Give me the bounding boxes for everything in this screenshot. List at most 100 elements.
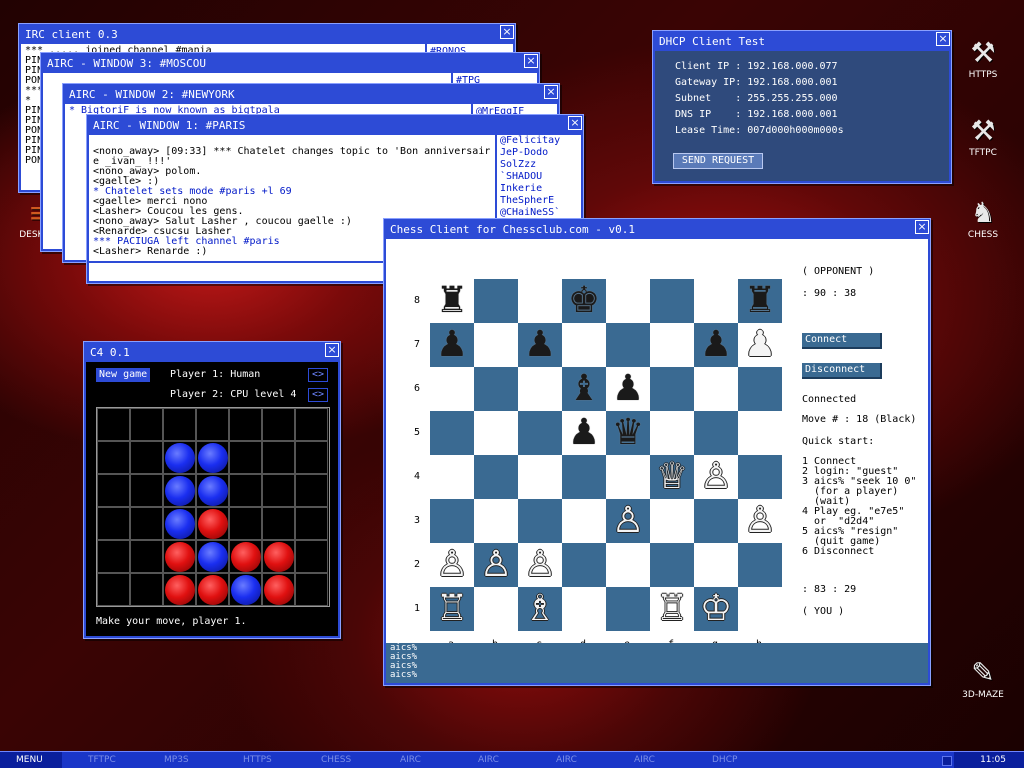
player1-selector[interactable]: <> xyxy=(308,368,328,382)
c4-cell[interactable] xyxy=(295,474,328,507)
chess-square-b1[interactable] xyxy=(474,587,518,631)
chess-square-d4[interactable] xyxy=(562,455,606,499)
new-game-button[interactable]: New game xyxy=(96,368,151,382)
c4-cell[interactable] xyxy=(262,474,295,507)
taskbar-item-airc[interactable]: AIRC xyxy=(634,752,655,768)
chess-square-a4[interactable] xyxy=(430,455,474,499)
chess-board[interactable]: ♜ ♚ ♜ ♟ ♟ ♟ ♟ ♝ ♟ ♟ ♛ ♕ ♙ ♙ ♙ ♙ ♙ ♙ ♖ ♗ ♖ ♔ xyxy=(430,279,782,631)
white-king-icon[interactable]: ♔ xyxy=(694,587,738,631)
c4-cell[interactable] xyxy=(97,474,130,507)
nick-item[interactable]: SolZzz xyxy=(497,159,581,171)
taskbar-item-tftpc[interactable]: TFTPC xyxy=(88,752,116,768)
taskbar-item-airc[interactable]: AIRC xyxy=(478,752,499,768)
chess-square-d1[interactable] xyxy=(562,587,606,631)
c4-cell[interactable] xyxy=(196,408,229,441)
chess-square-a5[interactable] xyxy=(430,411,474,455)
chess-square-h2[interactable] xyxy=(738,543,782,587)
white-pawn-icon[interactable]: ♙ xyxy=(430,543,474,587)
connect-button[interactable]: Connect xyxy=(802,333,882,349)
chess-square-f6[interactable] xyxy=(650,367,694,411)
close-icon[interactable]: × xyxy=(524,54,538,68)
white-pawn-icon[interactable]: ♙ xyxy=(518,543,562,587)
c4-cell[interactable] xyxy=(262,507,295,540)
window-title[interactable]: C4 0.1 xyxy=(86,344,338,362)
chess-square-d7[interactable] xyxy=(562,323,606,367)
window-title[interactable]: DHCP Client Test xyxy=(655,33,949,51)
nick-item[interactable]: TheSpherE xyxy=(497,195,581,207)
tftpc-icon[interactable]: ⚒ TFTPC xyxy=(953,114,1013,158)
taskbar-item-mp3s[interactable]: MP3S xyxy=(164,752,189,768)
chess-square-d2[interactable] xyxy=(562,543,606,587)
c4-cell[interactable] xyxy=(130,507,163,540)
window-title[interactable]: AIRC - WINDOW 1: #PARIS xyxy=(89,117,581,135)
white-pawn-icon[interactable]: ♙ xyxy=(694,455,738,499)
chess-square-a3[interactable] xyxy=(430,499,474,543)
chess-square-b6[interactable] xyxy=(474,367,518,411)
c4-cell[interactable] xyxy=(295,573,328,606)
disconnect-button[interactable]: Disconnect xyxy=(802,363,882,379)
close-icon[interactable]: × xyxy=(568,116,582,130)
white-bishop-icon[interactable]: ♗ xyxy=(518,587,562,631)
chess-square-e8[interactable] xyxy=(606,279,650,323)
chess-square-c5[interactable] xyxy=(518,411,562,455)
nick-item[interactable]: JeP-Dodo xyxy=(497,147,581,159)
taskbar-item-dhcp[interactable]: DHCP xyxy=(712,752,737,768)
close-icon[interactable]: × xyxy=(915,220,929,234)
chess-square-h5[interactable] xyxy=(738,411,782,455)
chess-square-h1[interactable] xyxy=(738,587,782,631)
c4-cell[interactable] xyxy=(97,507,130,540)
chess-square-f8[interactable] xyxy=(650,279,694,323)
c4-cell[interactable] xyxy=(229,507,262,540)
send-request-button[interactable]: SEND REQUEST xyxy=(673,153,763,169)
close-icon[interactable]: × xyxy=(936,32,950,46)
chess-square-b8[interactable] xyxy=(474,279,518,323)
c4-cell[interactable] xyxy=(229,474,262,507)
chess-square-e7[interactable] xyxy=(606,323,650,367)
nick-item[interactable]: @Felicitay xyxy=(497,135,581,147)
window-title[interactable]: AIRC - WINDOW 3: #MOSCOU xyxy=(43,55,537,73)
chess-square-a6[interactable] xyxy=(430,367,474,411)
white-rook-icon[interactable]: ♖ xyxy=(430,587,474,631)
window-title[interactable]: Chess Client for Chessclub.com - v0.1 xyxy=(386,221,928,239)
dhcp-window[interactable]: DHCP Client Test × Client IP : 192.168.0… xyxy=(652,30,952,184)
black-rook-icon[interactable]: ♜ xyxy=(738,279,782,323)
close-icon[interactable]: × xyxy=(500,25,514,39)
black-pawn-icon[interactable]: ♟ xyxy=(606,367,650,411)
black-queen-icon[interactable]: ♛ xyxy=(606,411,650,455)
c4-window[interactable]: C4 0.1 × New game Player 1: Human <> Pla… xyxy=(83,341,341,639)
c4-cell[interactable] xyxy=(262,408,295,441)
chess-square-f5[interactable] xyxy=(650,411,694,455)
white-rook-icon[interactable]: ♖ xyxy=(650,587,694,631)
chess-square-b7[interactable] xyxy=(474,323,518,367)
chess-square-h4[interactable] xyxy=(738,455,782,499)
c4-cell[interactable] xyxy=(229,441,262,474)
chess-square-e4[interactable] xyxy=(606,455,650,499)
chess-square-g8[interactable] xyxy=(694,279,738,323)
nick-item[interactable]: `SHADOU xyxy=(497,171,581,183)
chess-square-g2[interactable] xyxy=(694,543,738,587)
taskbar-item-airc[interactable]: AIRC xyxy=(556,752,577,768)
c4-cell[interactable] xyxy=(97,540,130,573)
chess-square-e2[interactable] xyxy=(606,543,650,587)
black-king-icon[interactable]: ♚ xyxy=(562,279,606,323)
taskbar-item-airc[interactable]: AIRC xyxy=(400,752,421,768)
window-title[interactable]: IRC client 0.3 xyxy=(21,26,513,44)
chess-square-b4[interactable] xyxy=(474,455,518,499)
black-pawn-icon[interactable]: ♟ xyxy=(430,323,474,367)
c4-board[interactable] xyxy=(96,407,330,607)
https-icon[interactable]: ⚒ HTTPS xyxy=(953,36,1013,80)
c4-cell[interactable] xyxy=(295,441,328,474)
chess-square-c6[interactable] xyxy=(518,367,562,411)
c4-cell[interactable] xyxy=(262,441,295,474)
c4-cell[interactable] xyxy=(130,474,163,507)
white-pawn-icon[interactable]: ♙ xyxy=(474,543,518,587)
c4-cell[interactable] xyxy=(130,573,163,606)
nick-item[interactable]: Inkerie xyxy=(497,183,581,195)
c4-cell[interactable] xyxy=(229,408,262,441)
chess-square-f7[interactable] xyxy=(650,323,694,367)
white-queen-icon[interactable]: ♕ xyxy=(650,455,694,499)
c4-cell[interactable] xyxy=(130,441,163,474)
close-icon[interactable]: × xyxy=(544,85,558,99)
c4-cell[interactable] xyxy=(97,408,130,441)
chess-icon[interactable]: ♞ CHESS xyxy=(953,196,1013,240)
